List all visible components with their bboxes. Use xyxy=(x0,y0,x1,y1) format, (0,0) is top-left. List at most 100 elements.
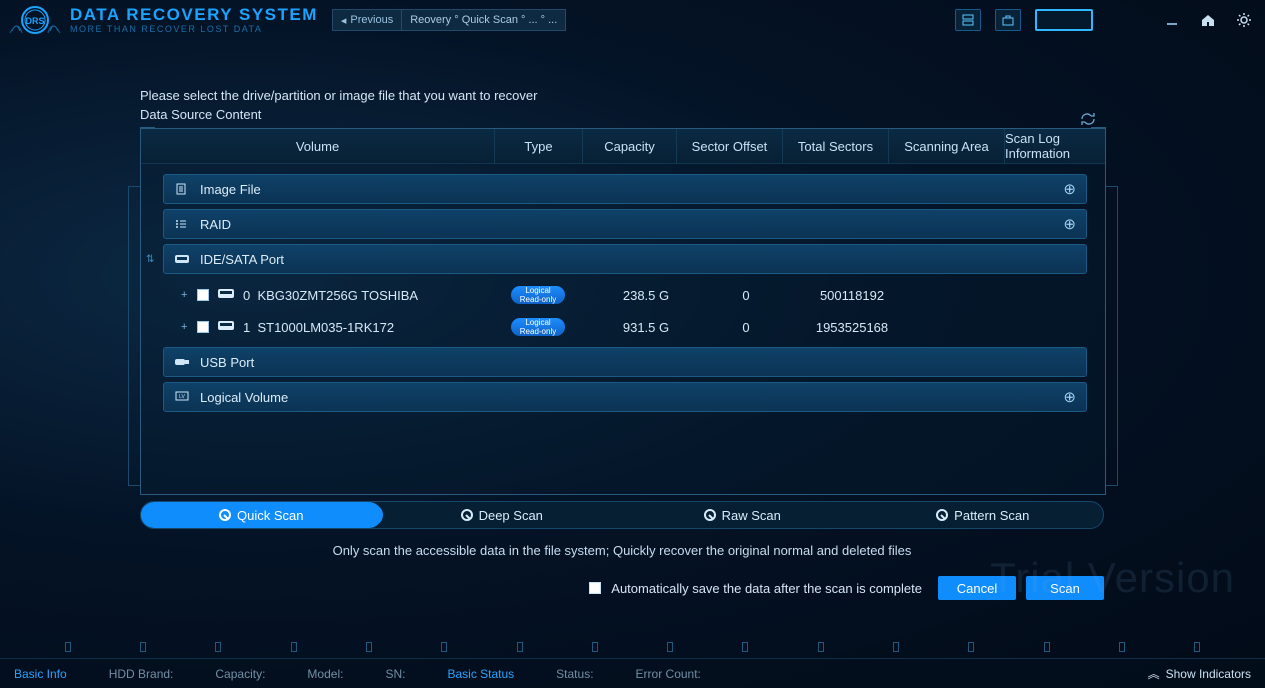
show-indicators-button[interactable]: ︽ Show Indicators xyxy=(1148,665,1251,682)
group-raid[interactable]: RAID ⊕ xyxy=(163,209,1087,239)
mode-raw-scan[interactable]: Raw Scan xyxy=(622,502,863,528)
mode-pattern-scan[interactable]: Pattern Scan xyxy=(863,502,1104,528)
home-button[interactable] xyxy=(1197,9,1219,31)
status-hdd-brand: HDD Brand: xyxy=(109,667,174,681)
toolbar-button-highlighted[interactable] xyxy=(1035,9,1093,31)
add-icon[interactable]: ⊕ xyxy=(1063,388,1076,406)
add-icon[interactable]: ⊕ xyxy=(1063,180,1076,198)
header-sector-offset[interactable]: Sector Offset xyxy=(677,129,783,163)
breadcrumb-trail[interactable]: Reovery ° Quick Scan ° ... ° ... xyxy=(402,10,565,30)
panel-bracket-left xyxy=(128,186,140,486)
group-logical-volume[interactable]: LV Logical Volume ⊕ xyxy=(163,382,1087,412)
data-source-table: Volume Type Capacity Sector Offset Total… xyxy=(140,128,1106,495)
chevron-left-icon: ◂ xyxy=(341,14,347,27)
logo-emblem-icon: DRS xyxy=(8,1,62,39)
drive-row[interactable]: + 0 KBG30ZMT256G TOSHIBA LogicalRead-onl… xyxy=(163,279,1087,311)
scan-ring-icon xyxy=(936,509,948,521)
drive-name: 1 ST1000LM035-1RK172 xyxy=(243,320,511,335)
list-icon xyxy=(174,217,192,231)
instruction-text: Please select the drive/partition or ima… xyxy=(140,88,1106,103)
minimize-icon xyxy=(1165,13,1179,27)
header-capacity[interactable]: Capacity xyxy=(583,129,677,163)
drive-total-sectors: 500118192 xyxy=(799,288,905,303)
group-ide-sata[interactable]: ⇅ IDE/SATA Port xyxy=(163,244,1087,274)
breadcrumb: ◂ Previous Reovery ° Quick Scan ° ... ° … xyxy=(332,9,566,31)
mode-description: Only scan the accessible data in the fil… xyxy=(140,543,1104,558)
volume-icon: LV xyxy=(174,390,192,404)
action-row: Automatically save the data after the sc… xyxy=(140,576,1104,600)
app-title: DATA RECOVERY SYSTEM xyxy=(70,6,318,23)
drive-offset: 0 xyxy=(693,288,799,303)
mode-quick-scan[interactable]: Quick Scan xyxy=(141,502,382,528)
status-model: Model: xyxy=(307,667,343,681)
indicator-ticks xyxy=(0,642,1265,652)
breadcrumb-previous-button[interactable]: ◂ Previous xyxy=(333,10,402,30)
header-total-sectors[interactable]: Total Sectors xyxy=(783,129,889,163)
drive-checkbox[interactable] xyxy=(197,289,209,301)
mode-label: Quick Scan xyxy=(237,508,303,523)
cancel-button[interactable]: Cancel xyxy=(938,576,1016,600)
toolbar-button-1[interactable] xyxy=(955,9,981,31)
add-icon[interactable]: ⊕ xyxy=(1063,215,1076,233)
app-logo: DRS DATA RECOVERY SYSTEM MORE THAN RECOV… xyxy=(8,1,318,39)
expand-icon[interactable]: + xyxy=(181,289,191,301)
scan-button[interactable]: Scan xyxy=(1026,576,1104,600)
minimize-button[interactable] xyxy=(1161,9,1183,31)
app-subtitle: MORE THAN RECOVER LOST DATA xyxy=(70,25,318,34)
collapse-icon[interactable]: ⇅ xyxy=(146,254,154,265)
drive-type-badge: LogicalRead-only xyxy=(511,286,565,304)
briefcase-icon xyxy=(1001,13,1015,27)
panel-subtitle: Data Source Content xyxy=(140,107,1106,122)
group-label: Logical Volume xyxy=(200,390,288,405)
refresh-icon xyxy=(1079,112,1097,126)
group-label: RAID xyxy=(200,217,231,232)
header-scan-log[interactable]: Scan Log Information xyxy=(1005,129,1105,163)
show-indicators-label: Show Indicators xyxy=(1166,667,1251,681)
document-icon xyxy=(174,182,192,196)
gear-icon xyxy=(1236,12,1252,28)
refresh-button[interactable] xyxy=(1076,110,1100,128)
hdd-icon xyxy=(217,319,237,335)
toolbar-button-2[interactable] xyxy=(995,9,1021,31)
drive-checkbox[interactable] xyxy=(197,321,209,333)
drive-name: 0 KBG30ZMT256G TOSHIBA xyxy=(243,288,511,303)
drive-row[interactable]: + 1 ST1000LM035-1RK172 LogicalRead-only … xyxy=(163,311,1087,343)
svg-text:LV: LV xyxy=(179,394,185,400)
server-icon xyxy=(961,13,975,27)
table-header-row: Volume Type Capacity Sector Offset Total… xyxy=(141,128,1105,164)
main-panel: Please select the drive/partition or ima… xyxy=(140,88,1106,600)
mode-deep-scan[interactable]: Deep Scan xyxy=(382,502,623,528)
mode-label: Pattern Scan xyxy=(954,508,1029,523)
group-label: Image File xyxy=(200,182,261,197)
settings-button[interactable] xyxy=(1233,9,1255,31)
scan-ring-icon xyxy=(461,509,473,521)
autosave-checkbox[interactable] xyxy=(589,582,601,594)
home-icon xyxy=(1200,12,1216,28)
scan-ring-icon xyxy=(219,509,231,521)
drive-capacity: 238.5 G xyxy=(599,288,693,303)
header-volume[interactable]: Volume xyxy=(141,129,495,163)
status-basic-status[interactable]: Basic Status xyxy=(447,667,514,681)
chevron-up-icon: ︽ xyxy=(1148,665,1160,682)
drive-capacity: 931.5 G xyxy=(599,320,693,335)
group-label: USB Port xyxy=(200,355,254,370)
mode-label: Raw Scan xyxy=(722,508,781,523)
status-bar: Basic Info HDD Brand: Capacity: Model: S… xyxy=(0,658,1265,688)
svg-text:DRS: DRS xyxy=(25,16,44,26)
scan-ring-icon xyxy=(704,509,716,521)
group-label: IDE/SATA Port xyxy=(200,252,284,267)
status-basic-info[interactable]: Basic Info xyxy=(14,667,67,681)
source-list: Image File ⊕ RAID ⊕ ⇅ IDE/SATA Port + 0 … xyxy=(141,164,1105,494)
autosave-label: Automatically save the data after the sc… xyxy=(611,581,922,596)
group-image-file[interactable]: Image File ⊕ xyxy=(163,174,1087,204)
header-type[interactable]: Type xyxy=(495,129,583,163)
status-capacity: Capacity: xyxy=(215,667,265,681)
status-status: Status: xyxy=(556,667,593,681)
group-usb-port[interactable]: USB Port xyxy=(163,347,1087,377)
header-scanning-area[interactable]: Scanning Area xyxy=(889,129,1005,163)
hdd-icon xyxy=(217,287,237,303)
mode-label: Deep Scan xyxy=(479,508,543,523)
hdd-icon xyxy=(174,253,192,265)
drive-type-badge: LogicalRead-only xyxy=(511,318,565,336)
expand-icon[interactable]: + xyxy=(181,321,191,333)
